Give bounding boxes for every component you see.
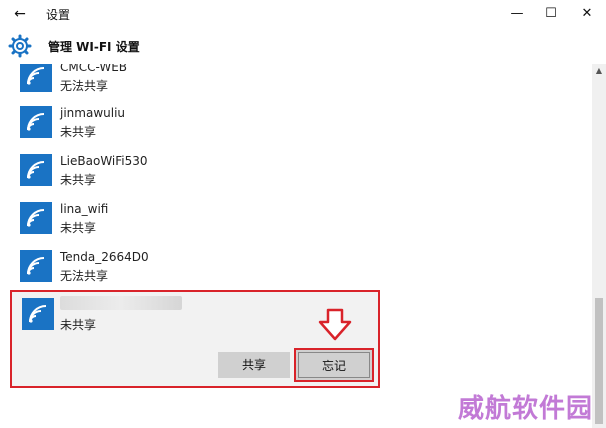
network-status: 未共享 [60, 125, 97, 139]
wifi-icon [20, 202, 52, 234]
wifi-icon [20, 64, 52, 92]
maximize-button[interactable]: ☐ [534, 0, 568, 28]
blurred-network-name [60, 296, 182, 310]
share-button[interactable]: 共享 [218, 352, 290, 378]
list-item[interactable]: jinmawuliu 未共享 [20, 106, 560, 148]
network-status: 未共享 [60, 173, 97, 187]
forget-highlight: 忘记 [294, 348, 374, 382]
network-name: LieBaoWiFi530 [60, 154, 148, 168]
list-item[interactable]: lina_wifi 未共享 [20, 202, 560, 244]
title-bar: ← 设置 — ☐ ✕ [0, 0, 606, 29]
network-name: Tenda_2664D0 [60, 250, 149, 264]
wifi-icon [20, 250, 52, 282]
scroll-thumb[interactable] [595, 298, 603, 424]
wifi-icon [20, 154, 52, 186]
scrollbar[interactable]: ▲ [592, 64, 606, 428]
list-item[interactable]: Tenda_2664D0 无法共享 [20, 250, 560, 292]
back-button[interactable]: ← [10, 4, 30, 24]
network-status: 未共享 [60, 221, 97, 235]
network-name: lina_wifi [60, 202, 109, 216]
close-button[interactable]: ✕ [570, 0, 604, 28]
watermark: 威航软件园 [458, 394, 594, 424]
network-name: CMCC-WEB [60, 64, 128, 74]
wifi-icon [20, 106, 52, 138]
list-item[interactable]: CMCC-WEB 无法共享 [20, 64, 560, 102]
minimize-button[interactable]: — [500, 0, 534, 28]
page-header: 管理 WI-FI 设置 [0, 28, 606, 64]
wifi-icon [22, 298, 54, 330]
network-name: jinmawuliu [60, 106, 126, 120]
forget-button[interactable]: 忘记 [298, 352, 370, 378]
list-item[interactable]: LieBaoWiFi530 未共享 [20, 154, 560, 196]
arrow-down-icon [318, 308, 352, 341]
network-status: 无法共享 [60, 79, 109, 93]
page-title: 管理 WI-FI 设置 [48, 40, 140, 54]
gear-icon [8, 34, 32, 58]
network-status: 无法共享 [60, 269, 109, 283]
selected-network[interactable]: 未共享 共享 忘记 [10, 290, 380, 388]
network-status: 未共享 [60, 318, 97, 332]
window-title: 设置 [46, 8, 71, 22]
scroll-up-icon[interactable]: ▲ [592, 64, 606, 78]
